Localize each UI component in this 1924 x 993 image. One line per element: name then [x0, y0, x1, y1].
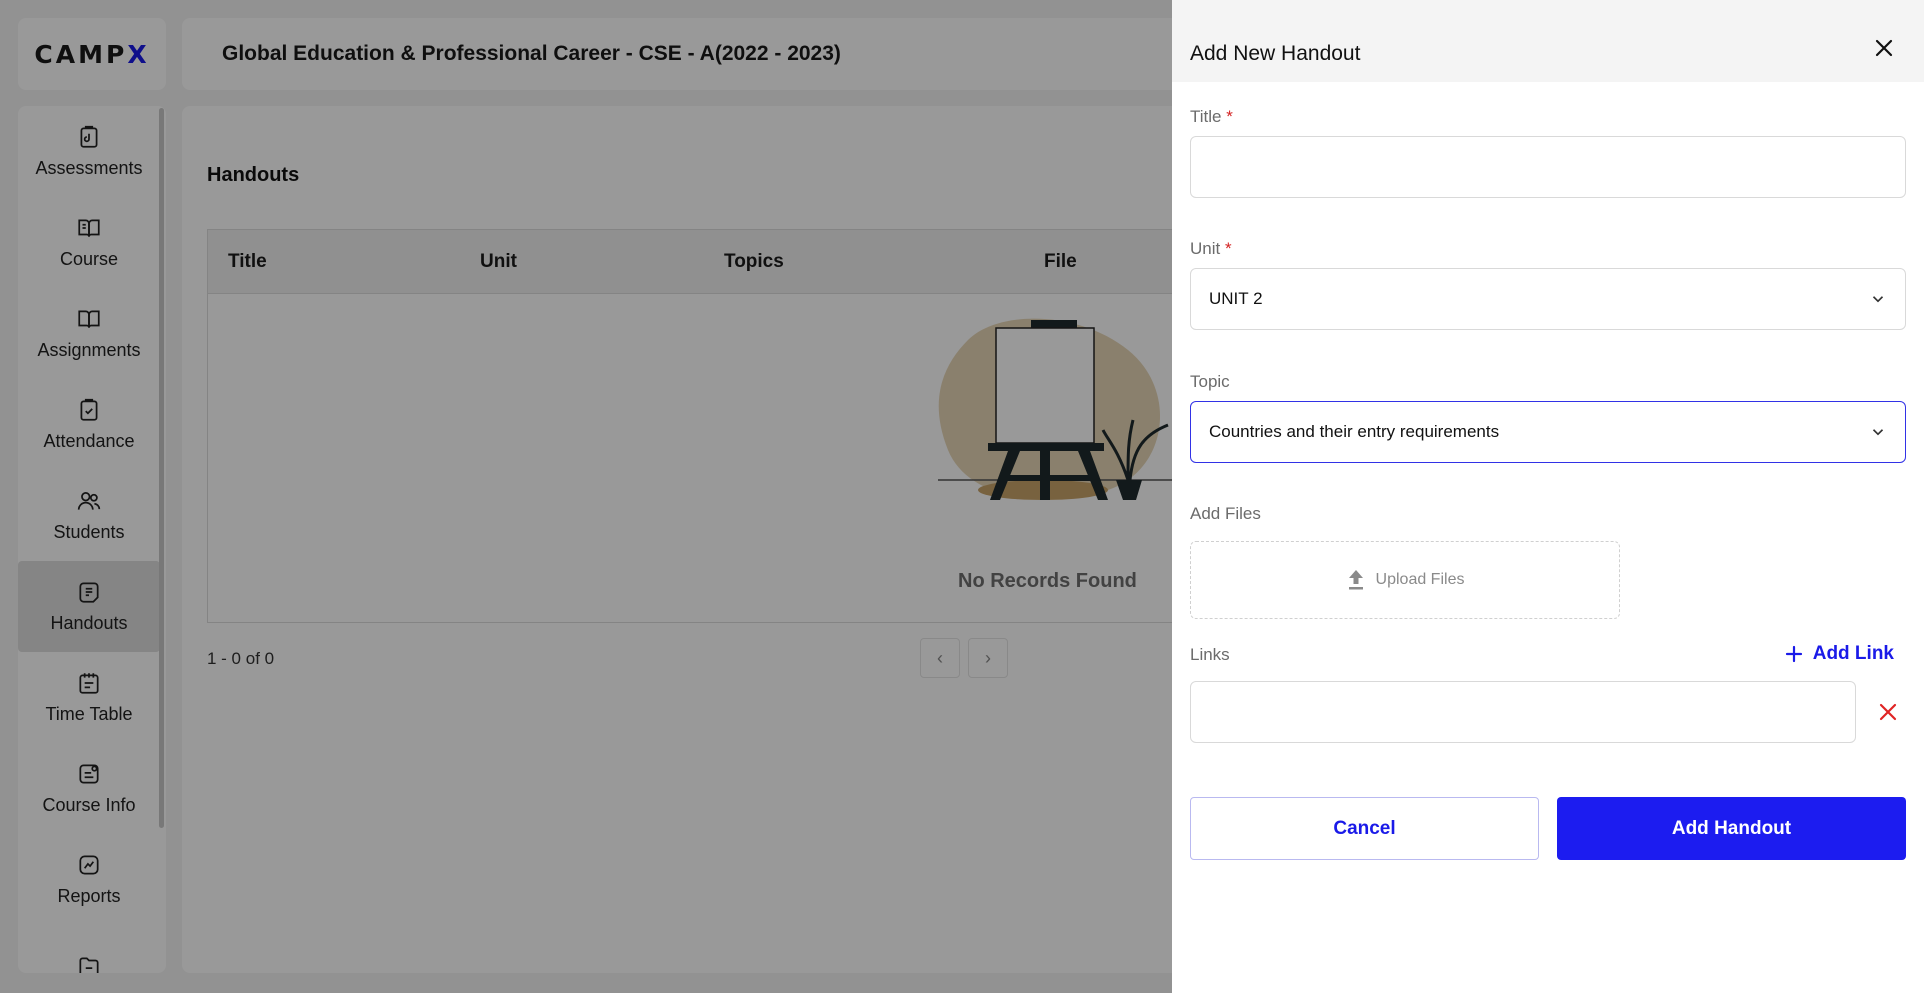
chevron-down-icon — [1872, 296, 1884, 303]
unit-select[interactable]: UNIT 2 — [1190, 268, 1906, 330]
title-input[interactable] — [1190, 136, 1906, 198]
upload-files-label: Upload Files — [1375, 571, 1465, 588]
close-icon[interactable] — [1872, 36, 1896, 60]
upload-icon — [1348, 570, 1363, 590]
topic-select-value: Countries and their entry requirements — [1209, 422, 1500, 441]
topic-label: Topic — [1190, 372, 1230, 391]
unit-select-value: UNIT 2 — [1209, 289, 1263, 308]
add-handout-drawer: Add New Handout Title * Unit * UNIT 2 To… — [1172, 0, 1924, 993]
cancel-button[interactable]: Cancel — [1190, 797, 1539, 860]
upload-files-dropzone[interactable]: Upload Files — [1190, 541, 1620, 619]
link-input[interactable] — [1190, 681, 1856, 743]
drawer-header: Add New Handout — [1172, 0, 1924, 82]
remove-link-icon[interactable] — [1876, 700, 1900, 724]
title-label: Title * — [1190, 107, 1233, 126]
add-files-label: Add Files — [1190, 504, 1261, 523]
drawer-title: Add New Handout — [1190, 42, 1361, 65]
add-link-button[interactable]: Add Link — [1785, 643, 1894, 665]
plus-icon — [1785, 645, 1802, 663]
chevron-down-icon — [1872, 429, 1884, 436]
add-link-label: Add Link — [1812, 643, 1894, 664]
unit-label: Unit * — [1190, 239, 1232, 258]
topic-select[interactable]: Countries and their entry requirements — [1190, 401, 1906, 463]
links-label: Links — [1190, 645, 1230, 664]
add-handout-button[interactable]: Add Handout — [1557, 797, 1906, 860]
